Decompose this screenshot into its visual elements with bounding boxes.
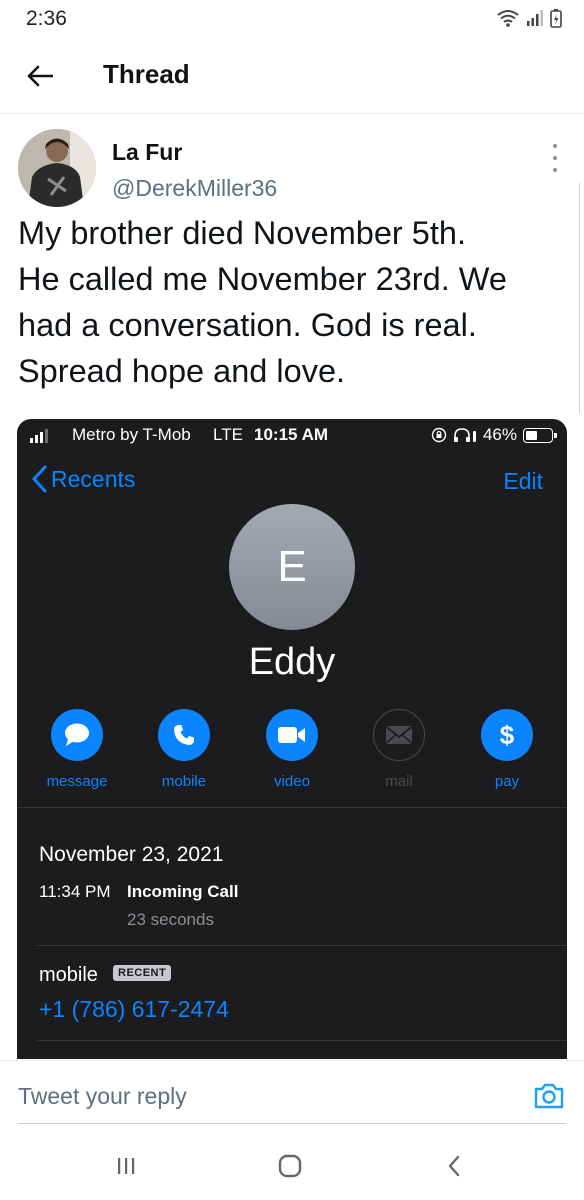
tweet-text-line: He called me November 23rd. We: [18, 261, 507, 297]
pay-action-button[interactable]: $ pay: [462, 709, 552, 790]
divider: [37, 1040, 567, 1041]
phone-icon: [174, 725, 194, 745]
recents-label: Recents: [51, 465, 136, 492]
avatar[interactable]: [18, 129, 96, 207]
reply-input[interactable]: Tweet your reply: [18, 1083, 187, 1110]
action-label: mobile: [161, 773, 207, 790]
ios-signal-icon: [30, 429, 48, 443]
wifi-icon: [497, 10, 519, 27]
phone-number-link[interactable]: +1 (786) 617-2474: [39, 996, 229, 1023]
svg-text:$: $: [500, 720, 515, 750]
phone-label: mobile: [39, 964, 98, 986]
tweet-text: My brother died November 5th. He called …: [18, 210, 578, 394]
action-circle: [266, 709, 318, 761]
video-action-button[interactable]: video: [247, 709, 337, 790]
user-handle: @DerekMiller36: [112, 175, 278, 201]
message-icon: [65, 723, 89, 746]
recent-apps-button[interactable]: [106, 1152, 146, 1180]
action-circle: [158, 709, 210, 761]
chevron-left-icon: [32, 465, 47, 493]
arrow-left-icon: [27, 65, 53, 87]
call-type: Incoming Call: [127, 882, 239, 901]
camera-icon: [534, 1083, 564, 1109]
status-icons: [496, 8, 562, 28]
action-label: mail: [385, 773, 413, 790]
recent-apps-icon: [118, 1158, 135, 1174]
android-back-button[interactable]: [434, 1152, 474, 1180]
home-icon: [278, 1154, 302, 1178]
tweet-media-image[interactable]: Metro by T-Mob LTE 10:15 AM 46% Recents …: [17, 419, 567, 1059]
recents-back-button[interactable]: Recents: [31, 465, 135, 493]
action-circle: [51, 709, 103, 761]
thread-header: Thread: [0, 40, 584, 114]
ios-battery-fill: [526, 430, 538, 440]
lock-rotation-icon: [431, 427, 447, 443]
reply-underline: [18, 1123, 566, 1124]
tweet-text-line: had a conversation. God is real.: [18, 307, 477, 343]
tweet-text-line: Spread hope and love.: [18, 353, 346, 389]
battery-icon: [550, 9, 562, 28]
ios-carrier: Metro by T-Mob: [72, 425, 191, 444]
action-label: pay: [494, 773, 520, 790]
page-title: Thread: [103, 59, 190, 89]
action-circle: [373, 709, 425, 761]
signal-icon: [527, 10, 543, 26]
scroll-indicator: [579, 183, 584, 413]
more-options-button[interactable]: [548, 144, 562, 172]
mobile-action-button[interactable]: mobile: [139, 709, 229, 790]
chevron-left-icon: [448, 1155, 460, 1177]
call-date: November 23, 2021: [39, 843, 224, 866]
ios-status-right: 46%: [431, 425, 557, 445]
divider: [17, 807, 567, 808]
divider: [37, 945, 567, 946]
edit-button[interactable]: Edit: [503, 468, 543, 495]
contact-actions: message mobile video mail $ pay: [17, 709, 567, 799]
ios-network: LTE: [213, 425, 243, 444]
call-duration: 23 seconds: [127, 910, 214, 929]
action-label: video: [274, 773, 310, 790]
status-time: 2:36: [26, 7, 67, 30]
mail-action-button[interactable]: mail: [354, 709, 444, 790]
contact-name: Eddy: [248, 641, 336, 683]
ios-battery-percent: 46%: [482, 425, 517, 444]
more-dot-icon: [553, 156, 557, 160]
android-nav-bar: [0, 1130, 584, 1200]
action-label: message: [46, 773, 108, 790]
ios-time: 10:15 AM: [254, 425, 329, 444]
more-dot-icon: [553, 168, 557, 172]
call-time: 11:34 PM: [39, 882, 111, 901]
back-button[interactable]: [22, 58, 58, 94]
display-name: La Fur: [112, 139, 183, 165]
dollar-icon: $: [500, 720, 515, 750]
home-button[interactable]: [270, 1152, 310, 1180]
video-icon: [278, 727, 305, 743]
message-action-button[interactable]: message: [32, 709, 122, 790]
headphones-icon: [453, 428, 476, 442]
profile-photo: [18, 129, 96, 207]
camera-button[interactable]: [532, 1079, 566, 1113]
reply-bar: Tweet your reply: [0, 1060, 584, 1128]
contact-avatar: E: [229, 504, 355, 630]
ios-battery-icon: [523, 427, 557, 443]
contact-initial: E: [277, 542, 307, 591]
action-circle: $: [481, 709, 533, 761]
more-dot-icon: [553, 144, 557, 148]
recent-badge: RECENT: [113, 965, 172, 981]
ios-status-bar: Metro by T-Mob LTE 10:15 AM 46%: [17, 419, 567, 451]
tweet-text-line: My brother died November 5th.: [18, 215, 466, 251]
status-bar: 2:36: [0, 0, 584, 40]
mail-icon: [385, 726, 413, 744]
